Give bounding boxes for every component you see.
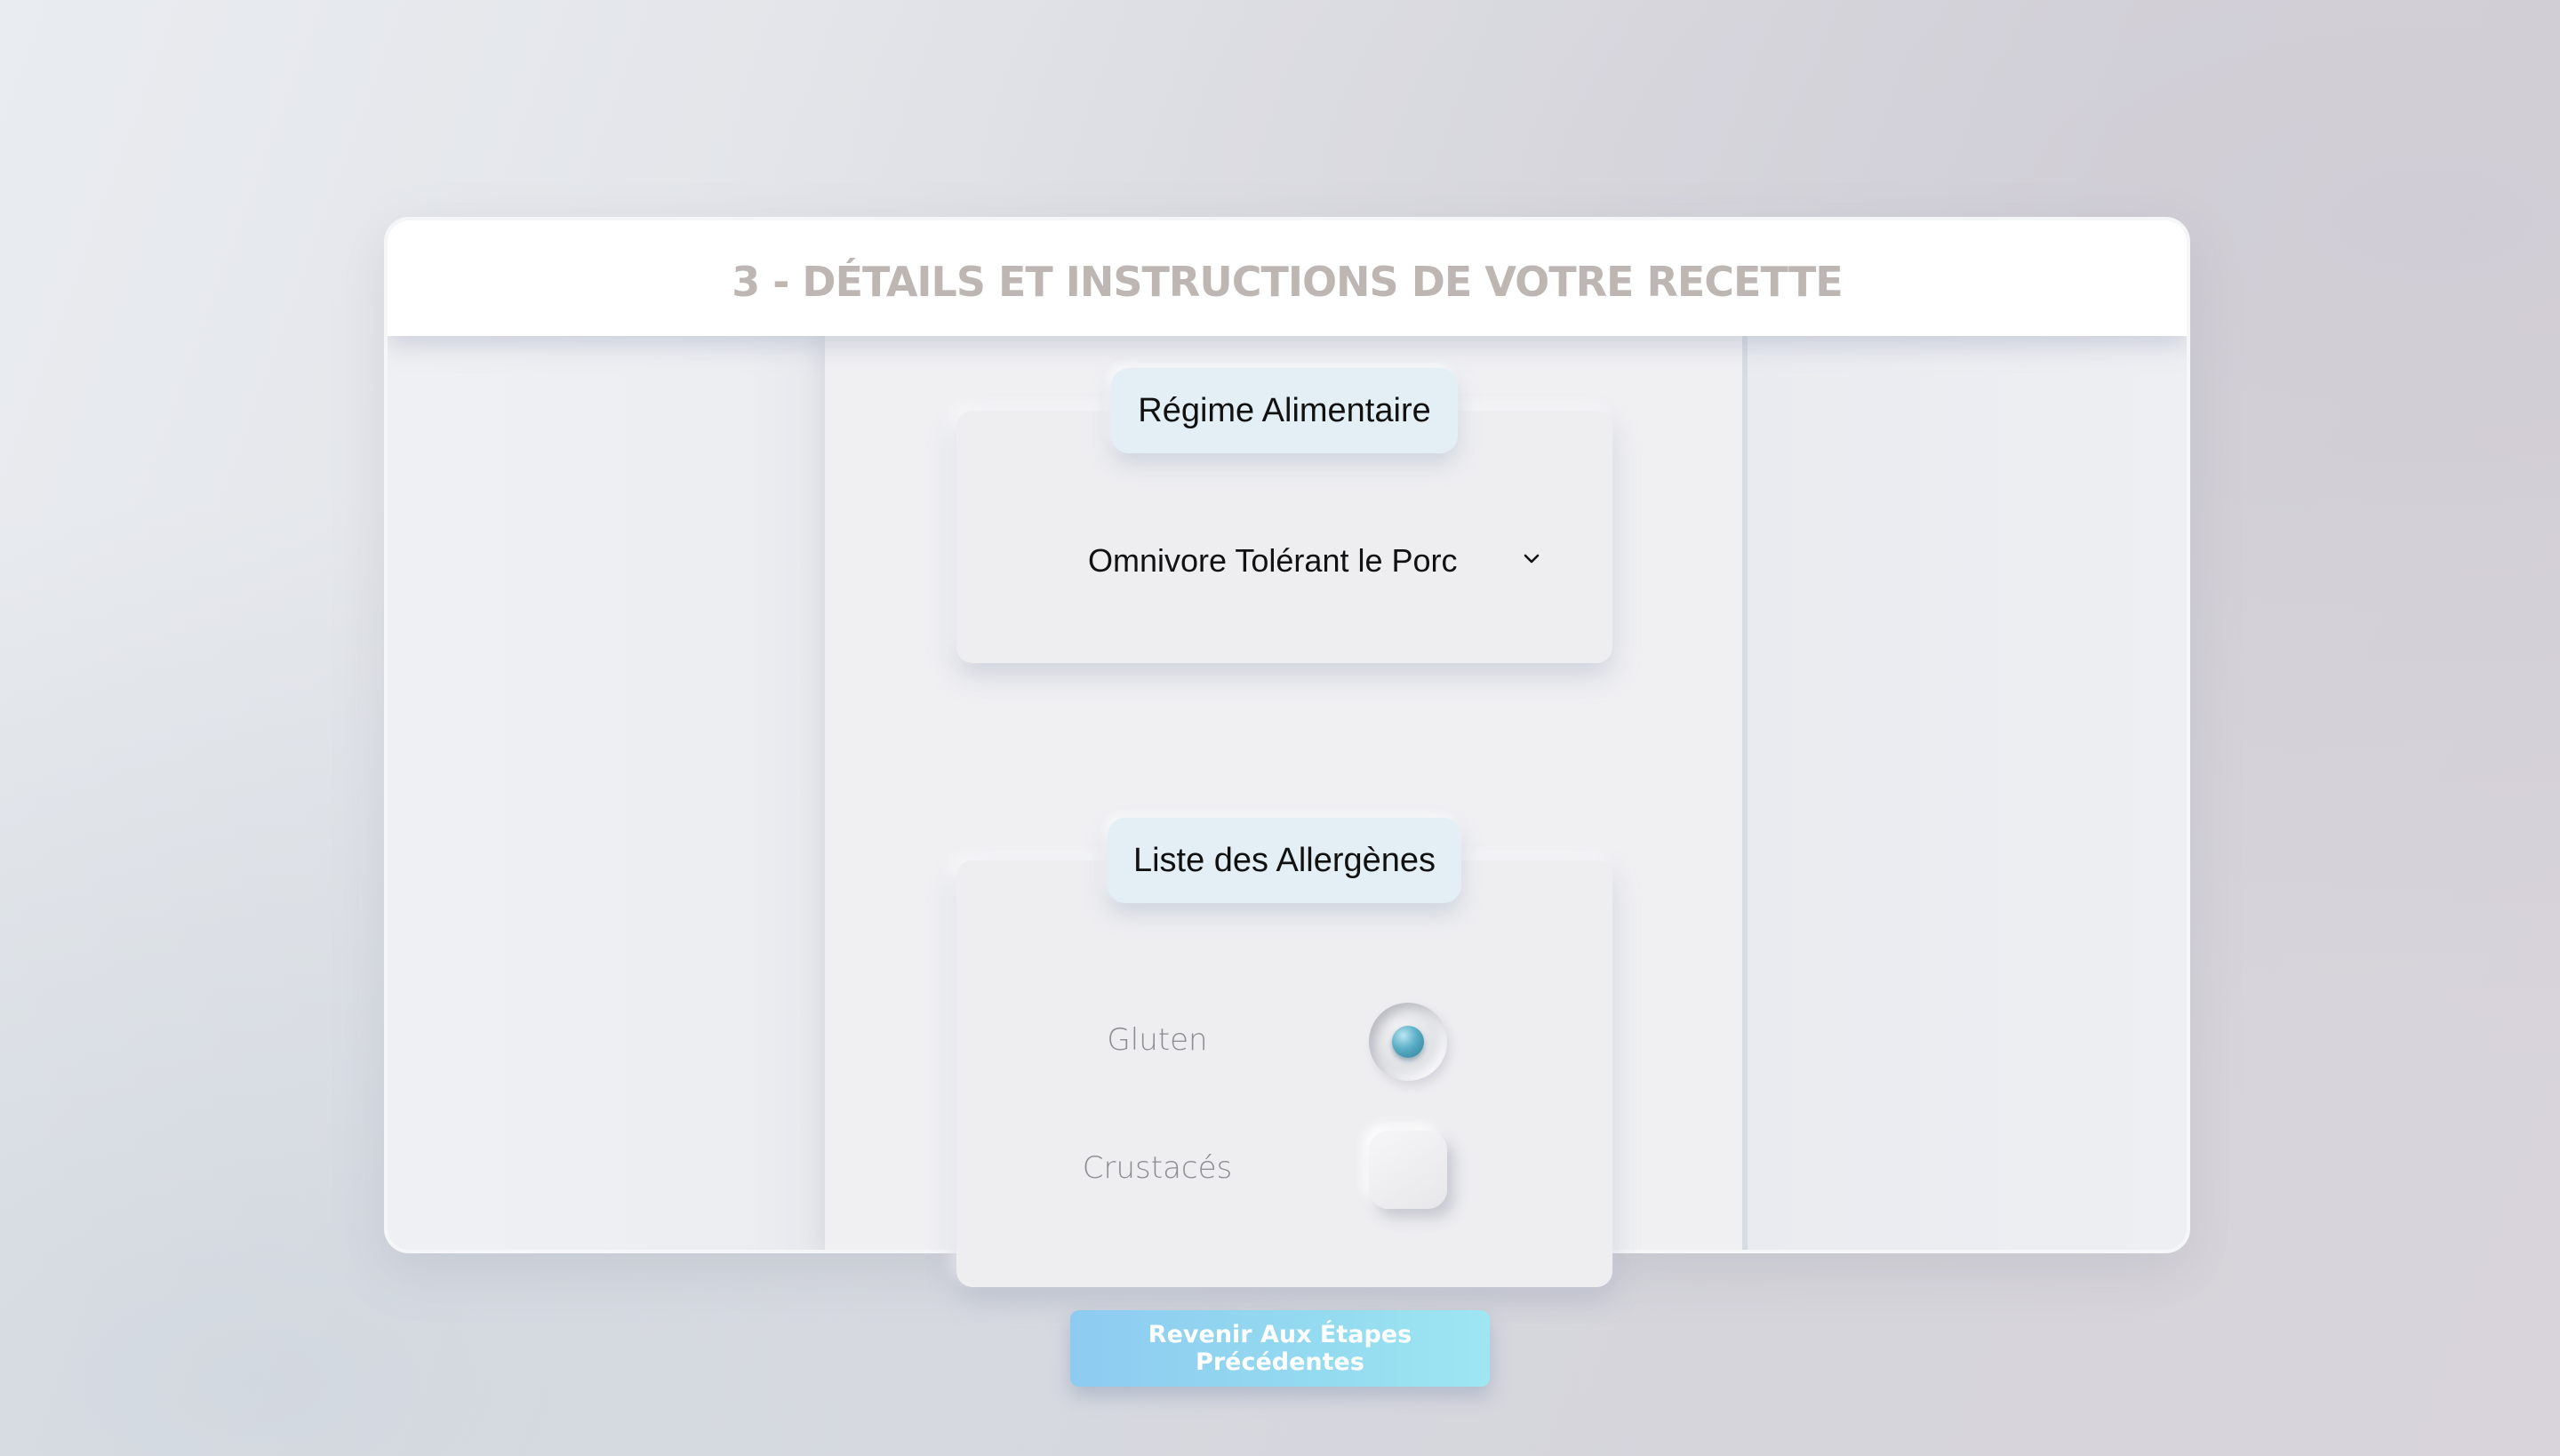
chevron-down-icon[interactable] — [1522, 549, 1541, 569]
diet-select[interactable]: Omnivore Tolérant le Porc — [1088, 530, 1550, 592]
allergen-label: Crustacés — [1082, 1150, 1233, 1186]
allergen-row-gluten: Gluten — [1031, 1003, 1476, 1083]
back-to-previous-steps-button[interactable]: Revenir Aux Étapes Précédentes — [1070, 1310, 1490, 1387]
page-title: 3 - DÉTAILS ET INSTRUCTIONS DE VOTRE REC… — [732, 258, 1843, 306]
allergen-row-crustaces: Crustacés — [1031, 1131, 1476, 1211]
diet-select-value: Omnivore Tolérant le Porc — [1088, 542, 1458, 579]
gluten-toggle[interactable] — [1369, 1003, 1447, 1081]
allergen-label: Gluten — [1107, 1022, 1208, 1058]
diet-section-title: Régime Alimentaire — [1111, 368, 1458, 453]
allergens-section-title: Liste des Allergènes — [1108, 818, 1461, 903]
card-header: 3 - DÉTAILS ET INSTRUCTIONS DE VOTRE REC… — [388, 220, 2187, 336]
toggle-knob — [1392, 1026, 1424, 1058]
right-panel — [1742, 336, 2187, 1250]
crustaces-toggle[interactable] — [1369, 1131, 1447, 1209]
left-panel — [388, 336, 825, 1250]
